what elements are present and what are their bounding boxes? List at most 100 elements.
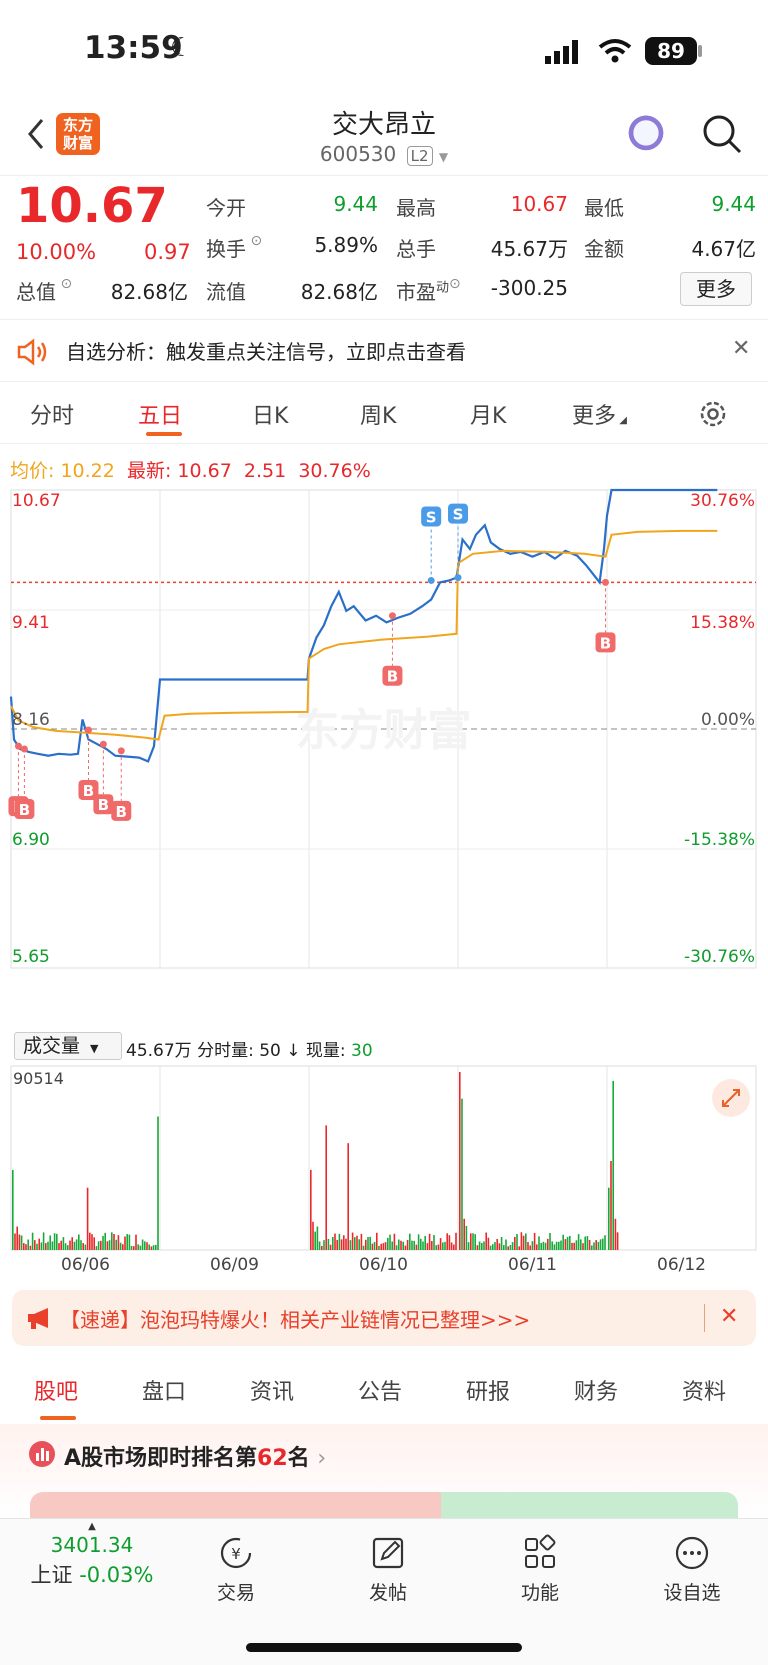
volume-bar — [157, 1116, 159, 1250]
volume-bar — [584, 1236, 586, 1250]
tab-five-day[interactable]: 五日 — [138, 398, 182, 430]
volume-bar — [18, 1234, 21, 1250]
volume-bar — [461, 1098, 463, 1250]
quote-label: 金额 — [584, 237, 624, 261]
volume-bar — [321, 1246, 323, 1250]
volume-bar — [356, 1235, 358, 1250]
marker-point — [454, 574, 462, 582]
volume-bar — [525, 1233, 527, 1250]
nav-add-watchlist[interactable]: 设自选 — [642, 1519, 742, 1605]
volume-bar — [329, 1244, 332, 1250]
market-rank-card[interactable]: A股市场即时排名第62名 › — [0, 1424, 768, 1518]
tab-research[interactable]: 研报 — [466, 1374, 510, 1406]
volume-bar — [415, 1244, 418, 1250]
volume-bar — [16, 1226, 18, 1250]
tab-intraday[interactable]: 分时 — [30, 398, 74, 430]
volume-bar — [483, 1241, 485, 1250]
volume-bar — [442, 1242, 444, 1250]
robot-assistant-icon[interactable] — [625, 114, 667, 156]
volume-bar — [575, 1240, 578, 1250]
expand-icon[interactable] — [712, 1079, 750, 1117]
volume-bar — [150, 1246, 153, 1250]
volume-bar — [612, 1080, 614, 1250]
close-icon[interactable]: ✕ — [720, 1304, 738, 1329]
volume-bar — [354, 1237, 356, 1250]
volume-bar — [334, 1233, 336, 1250]
volume-bar — [474, 1234, 476, 1250]
close-icon[interactable]: ✕ — [732, 336, 750, 361]
volume-bar — [503, 1245, 505, 1250]
volume-bar — [113, 1234, 115, 1250]
volume-bar — [133, 1246, 135, 1250]
volume-bar — [119, 1242, 122, 1250]
quote-value: -300.25 — [490, 276, 568, 300]
info-icon[interactable]: ⊙ — [246, 233, 262, 249]
settings-gear-icon[interactable] — [697, 398, 729, 430]
tab-pankou[interactable]: 盘口 — [142, 1374, 186, 1406]
clock: 13:59 — [84, 30, 183, 66]
volume-bar — [516, 1233, 518, 1250]
bar-chart-icon — [29, 1441, 55, 1467]
tab-weekly-k[interactable]: 周K — [360, 398, 396, 430]
volume-bar — [509, 1245, 512, 1250]
volume-bar — [400, 1240, 402, 1250]
volume-bar — [338, 1233, 341, 1250]
volume-bar — [155, 1244, 157, 1250]
volume-bar — [141, 1239, 144, 1250]
volume-bar — [38, 1238, 40, 1250]
tab-more[interactable]: 更多 ◢ — [572, 398, 627, 430]
index-ticker[interactable]: ▲ 3401.34 上证 -0.03% — [22, 1521, 162, 1589]
info-icon[interactable]: ⊙ — [449, 276, 461, 292]
volume-bar — [124, 1236, 126, 1250]
volume-bar — [481, 1242, 483, 1250]
tab-daily-k[interactable]: 日K — [252, 398, 288, 430]
volume-bar — [398, 1239, 400, 1250]
volume-bar — [608, 1187, 610, 1250]
tab-profile[interactable]: 资料 — [682, 1374, 726, 1406]
volume-bar — [343, 1235, 345, 1250]
volume-bar — [51, 1241, 54, 1250]
speaker-icon — [17, 338, 47, 366]
volume-indicator-select[interactable]: 成交量 ▼ — [14, 1032, 122, 1060]
tab-news[interactable]: 资讯 — [250, 1374, 294, 1406]
megaphone-icon — [28, 1308, 48, 1329]
volume-bar — [347, 1143, 349, 1250]
percent-tick-label: -30.76% — [684, 947, 755, 967]
market-cap-label: 总值 ⊙ — [16, 276, 73, 304]
volume-bar — [439, 1238, 442, 1250]
volume-chart[interactable]: 90514 06/06 06/09 06/10 06/11 06/12 — [0, 1062, 768, 1284]
volume-bar — [602, 1238, 604, 1250]
volume-bar — [547, 1238, 549, 1250]
news-banner[interactable]: 【速递】泡泡玛特爆火！相关产业链情况已整理>>> ✕ — [12, 1290, 756, 1346]
volume-bar — [476, 1245, 479, 1250]
marker-point — [117, 747, 125, 755]
volume-bar — [332, 1237, 334, 1250]
volume-bar — [595, 1240, 597, 1250]
yen-cycle-icon: ¥ — [220, 1537, 252, 1569]
nav-features[interactable]: 功能 — [490, 1519, 590, 1605]
volume-bar — [73, 1241, 76, 1250]
tab-guba[interactable]: 股吧 — [34, 1374, 78, 1406]
price-chart[interactable]: 东方财富BBBBBBSSB10.679.418.166.905.6530.76%… — [0, 488, 768, 1032]
volume-bar — [459, 1072, 461, 1250]
tab-monthly-k[interactable]: 月K — [470, 398, 506, 430]
nav-trade[interactable]: ¥ 交易 — [186, 1519, 286, 1605]
volume-bar — [514, 1236, 516, 1250]
volume-bar — [420, 1238, 422, 1250]
chart-info-line: 均价: 10.22 最新: 10.67 2.51 30.76% — [10, 460, 371, 482]
nav-post[interactable]: 发帖 — [338, 1519, 438, 1605]
info-icon[interactable]: ⊙ — [56, 276, 72, 292]
volume-bar — [540, 1242, 542, 1250]
volume-bar — [108, 1240, 111, 1250]
volume-bar — [551, 1241, 553, 1250]
analysis-banner[interactable]: 自选分析：触发重点关注信号，立即点击查看 ✕ — [0, 322, 768, 382]
percent-tick-label: 0.00% — [701, 710, 755, 730]
volume-bar — [312, 1221, 314, 1250]
search-icon[interactable] — [700, 112, 744, 156]
tab-announcements[interactable]: 公告 — [358, 1374, 402, 1406]
volume-bar — [95, 1246, 98, 1250]
volume-bar — [382, 1243, 385, 1250]
more-button[interactable]: 更多 — [680, 272, 752, 306]
tab-finance[interactable]: 财务 — [574, 1374, 618, 1406]
volume-bar — [569, 1235, 571, 1250]
